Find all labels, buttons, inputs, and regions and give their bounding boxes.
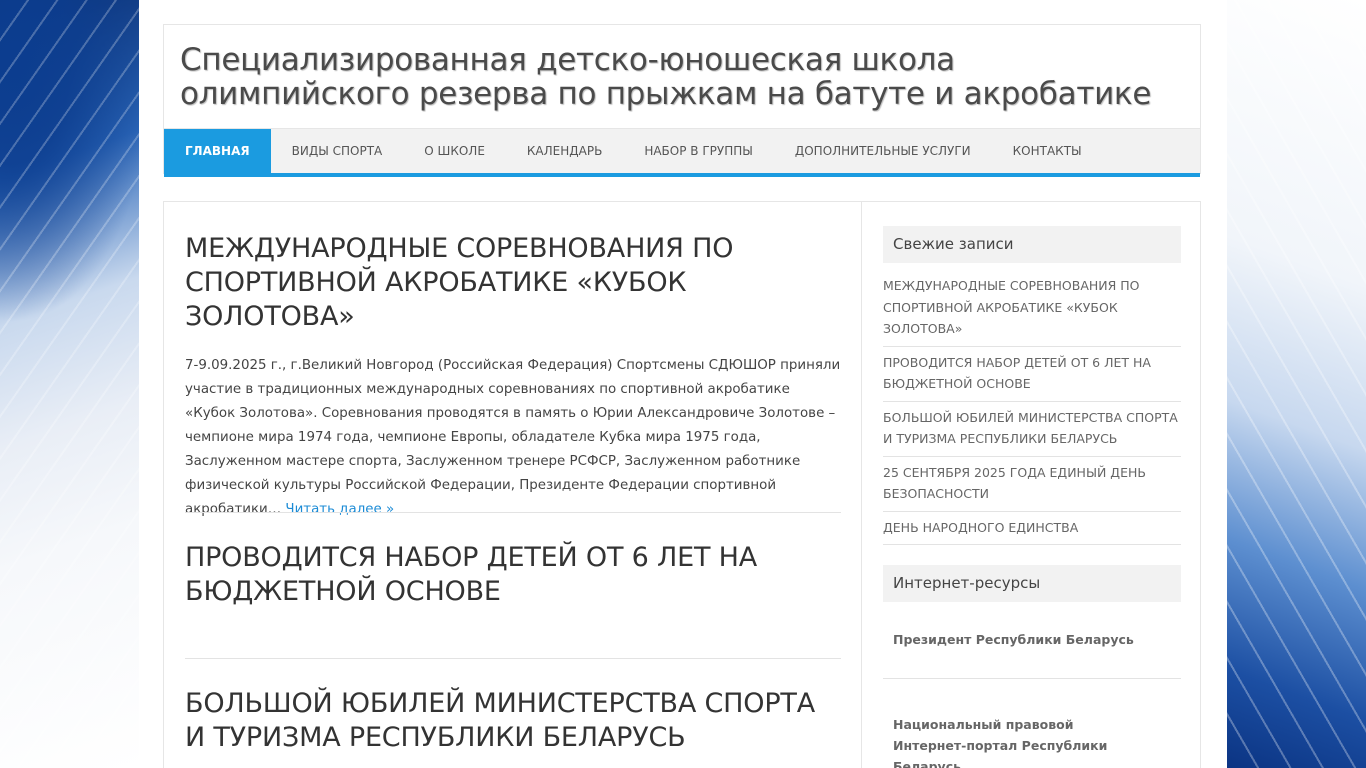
post-excerpt-text: 7-9.09.2025 г., г.Великий Новгород (Росс… (185, 358, 840, 517)
post-excerpt: 7-9.09.2025 г., г.Великий Новгород (Росс… (185, 354, 841, 522)
post-title[interactable]: Проводится набор детей от 6 лет на бюдже… (185, 541, 841, 609)
background-decoration-right (1227, 0, 1366, 768)
resource-link-legal-portal[interactable]: Национальный правовой Интернет-портал Ре… (883, 679, 1181, 768)
internet-resources-widget: Интернет-ресурсы Президент Республики Бе… (883, 565, 1181, 768)
post-article: Проводится набор детей от 6 лет на бюдже… (185, 541, 841, 609)
nav-item-contacts[interactable]: Контакты (992, 129, 1103, 173)
post-divider (185, 512, 841, 513)
content-area: Международные соревнования по спортивной… (163, 201, 1201, 768)
widget-title: Интернет-ресурсы (883, 565, 1181, 602)
site-title-line2[interactable]: олимпийского резерва по прыжкам на батут… (180, 76, 1151, 112)
nav-item-calendar[interactable]: Календарь (506, 129, 623, 173)
nav-item-enrollment[interactable]: Набор в группы (623, 129, 774, 173)
nav-item-about-school[interactable]: О школе (403, 129, 506, 173)
nav-item-home[interactable]: Главная (164, 129, 271, 173)
resource-link-president[interactable]: Президент Республики Беларусь (883, 602, 1181, 679)
recent-posts-widget: Свежие записи Международные соревнования… (883, 226, 1181, 545)
post-title[interactable]: Большой юбилей Министерства спорта и тур… (185, 687, 841, 755)
widget-title: Свежие записи (883, 226, 1181, 263)
main-content: Международные соревнования по спортивной… (164, 202, 862, 768)
recent-posts-list: Международные соревнования по спортивной… (883, 275, 1181, 545)
recent-post-link[interactable]: 25 сентября 2025 года Единый день безопа… (883, 462, 1181, 512)
site-title-line1[interactable]: Специализированная детско-юношеская школ… (180, 42, 955, 78)
post-title[interactable]: Международные соревнования по спортивной… (185, 232, 841, 334)
site-header: Специализированная детско-юношеская школ… (163, 24, 1201, 174)
post-divider (185, 658, 841, 659)
recent-post-link[interactable]: День народного единства (883, 517, 1181, 546)
page-container: Специализированная детско-юношеская школ… (139, 0, 1227, 768)
recent-post-link[interactable]: Большой юбилей Министерства спорта и тур… (883, 407, 1181, 457)
background-decoration-left (0, 0, 139, 768)
recent-post-link[interactable]: Международные соревнования по спортивной… (883, 275, 1181, 347)
resources-list: Президент Республики Беларусь Национальн… (883, 602, 1181, 768)
post-article: Международные соревнования по спортивной… (185, 232, 841, 522)
nav-item-extra-services[interactable]: Дополнительные услуги (774, 129, 992, 173)
post-article: Большой юбилей Министерства спорта и тур… (185, 687, 841, 755)
recent-post-link[interactable]: Проводится набор детей от 6 лет на бюдже… (883, 352, 1181, 402)
read-more-link[interactable]: Читать далее » (285, 502, 394, 517)
sidebar: Свежие записи Международные соревнования… (883, 226, 1181, 768)
site-title[interactable]: Специализированная детско-юношеская школ… (180, 43, 1180, 111)
main-navigation: Главная Виды спорта О школе Календарь На… (164, 128, 1200, 177)
nav-item-sports[interactable]: Виды спорта (271, 129, 404, 173)
